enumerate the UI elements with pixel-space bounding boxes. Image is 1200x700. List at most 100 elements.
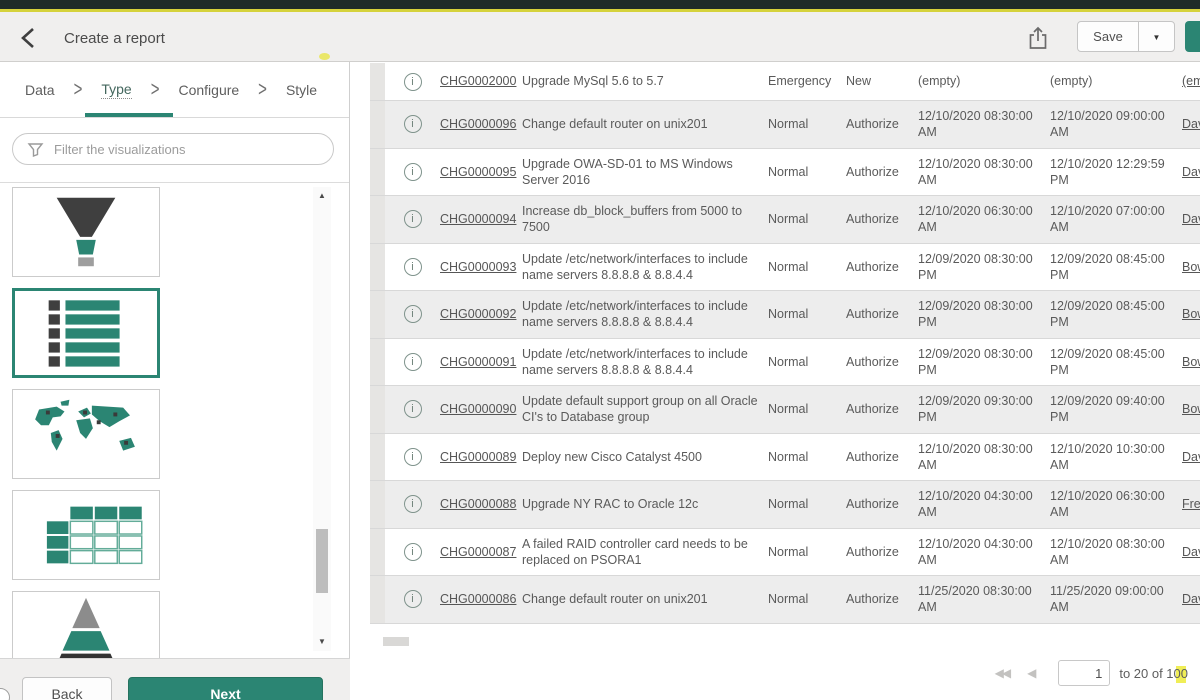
back-chevron-icon[interactable] (18, 26, 48, 50)
info-cell: i (385, 393, 440, 425)
breadcrumb-step-type[interactable]: Type (101, 81, 131, 99)
change-number-link[interactable]: CHG0002000 (440, 74, 516, 88)
assignee-link[interactable]: Fre (1182, 497, 1200, 511)
horizontal-scrollbar-stub[interactable] (383, 637, 409, 646)
assignee-link[interactable]: Bow (1182, 260, 1200, 274)
table-row: i CHG0000086 Change default router on un… (370, 576, 1200, 624)
change-number-link[interactable]: CHG0000090 (440, 402, 516, 416)
assignee-link[interactable]: Dav (1182, 450, 1200, 464)
info-icon[interactable]: i (404, 400, 422, 418)
change-number-link[interactable]: CHG0000094 (440, 212, 516, 226)
page-title: Create a report (64, 30, 165, 47)
next-button[interactable]: Next (128, 677, 323, 700)
row-gutter (370, 386, 385, 433)
table-row: i CHG0000093 Update /etc/network/interfa… (370, 244, 1200, 292)
assignee-link[interactable]: Dav (1182, 212, 1200, 226)
scroll-up-icon[interactable]: ▲ (313, 189, 331, 203)
viz-thumbnail-table[interactable] (12, 490, 160, 580)
assignee-link[interactable]: (empty) (1182, 74, 1200, 88)
scroll-down-icon[interactable]: ▼ (313, 635, 331, 649)
assignee-link[interactable]: Dav (1182, 545, 1200, 559)
info-icon[interactable]: i (404, 258, 422, 276)
table-row: i CHG0000092 Update /etc/network/interfa… (370, 291, 1200, 339)
change-number-link[interactable]: CHG0000086 (440, 592, 516, 606)
change-number-link[interactable]: CHG0000096 (440, 117, 516, 131)
world-map-icon (13, 390, 159, 478)
info-icon[interactable]: i (404, 495, 422, 513)
change-number-link[interactable]: CHG0000088 (440, 497, 516, 511)
planned-end-date: 12/09/2020 08:45:00 PM (1050, 339, 1182, 386)
number-cell: CHG0000094 (440, 204, 522, 234)
info-cell: i (385, 251, 440, 283)
change-number-link[interactable]: CHG0000095 (440, 165, 516, 179)
table-chart-icon (13, 491, 159, 579)
change-number-link[interactable]: CHG0000089 (440, 450, 516, 464)
info-icon[interactable]: i (404, 210, 422, 228)
short-description: Update /etc/network/interfaces to includ… (522, 291, 768, 338)
number-cell: CHG0000095 (440, 157, 522, 187)
share-icon[interactable] (1026, 25, 1052, 51)
number-cell: CHG0000091 (440, 347, 522, 377)
state-value: Authorize (846, 252, 918, 282)
report-type-panel: Data > Type > Configure > Style (0, 62, 350, 700)
change-number-link[interactable]: CHG0000087 (440, 545, 516, 559)
state-value: Authorize (846, 584, 918, 614)
active-step-indicator (85, 113, 173, 117)
info-icon[interactable]: i (404, 590, 422, 608)
filter-visualizations-input[interactable] (54, 142, 333, 157)
wizard-footer: Back Next (0, 658, 350, 700)
priority-value: Normal (768, 299, 846, 329)
change-number-link[interactable]: CHG0000093 (440, 260, 516, 274)
breadcrumb-step-style[interactable]: Style (286, 82, 317, 98)
cursor-highlight-artifact (319, 53, 330, 60)
info-icon[interactable]: i (404, 353, 422, 371)
info-icon[interactable]: i (404, 163, 422, 181)
planned-end-date: 12/10/2020 08:30:00 AM (1050, 529, 1182, 576)
chevron-right-icon: > (258, 78, 267, 102)
assignee-link[interactable]: Bow (1182, 307, 1200, 321)
first-page-icon[interactable]: ◀◀ (995, 666, 1009, 680)
info-icon[interactable]: i (404, 115, 422, 133)
assignee-link[interactable]: Dav (1182, 117, 1200, 131)
assignee-cell: Dav (1182, 537, 1200, 567)
viz-thumbnail-map[interactable] (12, 389, 160, 479)
assignee-cell: Dav (1182, 584, 1200, 614)
list-chart-icon (15, 291, 157, 375)
breadcrumb-step-data[interactable]: Data (25, 82, 55, 98)
scrollbar-thumb[interactable] (316, 529, 328, 593)
viz-scrollbar[interactable]: ▲ ▼ (313, 187, 331, 651)
primary-action-button[interactable] (1185, 21, 1200, 52)
viz-thumbnail-funnel[interactable] (12, 187, 160, 277)
planned-start-date: 11/25/2020 08:30:00 AM (918, 576, 1050, 623)
priority-value: Normal (768, 204, 846, 234)
planned-end-date: 12/09/2020 08:45:00 PM (1050, 291, 1182, 338)
visualization-filter (12, 133, 334, 165)
pyramid-chart-icon (13, 592, 159, 658)
short-description: Upgrade OWA-SD-01 to MS Windows Server 2… (522, 149, 768, 196)
info-icon[interactable]: i (404, 73, 422, 91)
priority-value: Normal (768, 109, 846, 139)
assignee-link[interactable]: Bow (1182, 355, 1200, 369)
assignee-link[interactable]: Bow (1182, 402, 1200, 416)
page-number-input[interactable] (1058, 660, 1110, 686)
back-button[interactable]: Back (22, 677, 112, 700)
info-icon[interactable]: i (404, 448, 422, 466)
info-icon[interactable]: i (404, 543, 422, 561)
change-number-link[interactable]: CHG0000092 (440, 307, 516, 321)
assignee-link[interactable]: Dav (1182, 592, 1200, 606)
save-button[interactable]: Save (1077, 21, 1139, 52)
assignee-link[interactable]: Dav (1182, 165, 1200, 179)
save-dropdown-button[interactable]: ▼ (1138, 21, 1175, 52)
short-description: Increase db_block_buffers from 5000 to 7… (522, 196, 768, 243)
change-number-link[interactable]: CHG0000091 (440, 355, 516, 369)
previous-page-icon[interactable]: ◀ (1027, 666, 1036, 680)
planned-end-date: 12/10/2020 07:00:00 AM (1050, 196, 1182, 243)
help-icon[interactable] (0, 688, 10, 700)
breadcrumb-step-configure[interactable]: Configure (178, 82, 239, 98)
caret-down-icon: ▼ (1153, 33, 1161, 42)
row-gutter (370, 244, 385, 291)
info-icon[interactable]: i (404, 305, 422, 323)
info-cell: i (385, 156, 440, 188)
viz-thumbnail-list[interactable] (12, 288, 160, 378)
viz-thumbnail-pyramid[interactable] (12, 591, 160, 658)
